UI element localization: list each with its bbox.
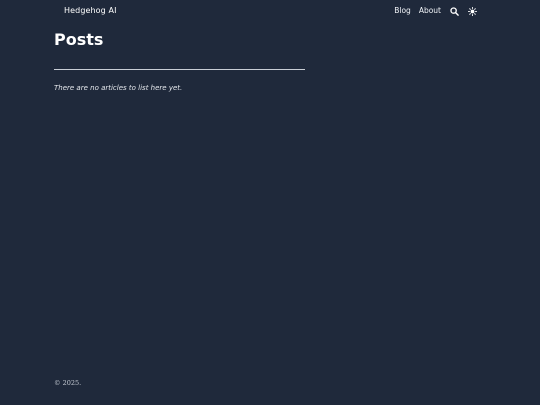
page-title: Posts	[54, 30, 104, 49]
title-divider	[54, 69, 305, 70]
main-nav: Blog About	[394, 5, 477, 17]
theme-toggle-sun-icon[interactable]	[467, 6, 477, 16]
site-title-link[interactable]: Hedgehog AI	[64, 6, 117, 15]
nav-link-blog[interactable]: Blog	[394, 5, 411, 17]
search-icon[interactable]	[449, 6, 459, 16]
nav-link-about[interactable]: About	[419, 5, 441, 17]
page: Hedgehog AI Blog About Posts There are n…	[0, 0, 540, 405]
empty-list-message: There are no articles to list here yet.	[54, 84, 183, 92]
top-navbar: Hedgehog AI Blog About	[0, 0, 540, 22]
footer-copyright: © 2025.	[54, 379, 82, 387]
main-content: Posts There are no articles to list here…	[54, 30, 306, 92]
